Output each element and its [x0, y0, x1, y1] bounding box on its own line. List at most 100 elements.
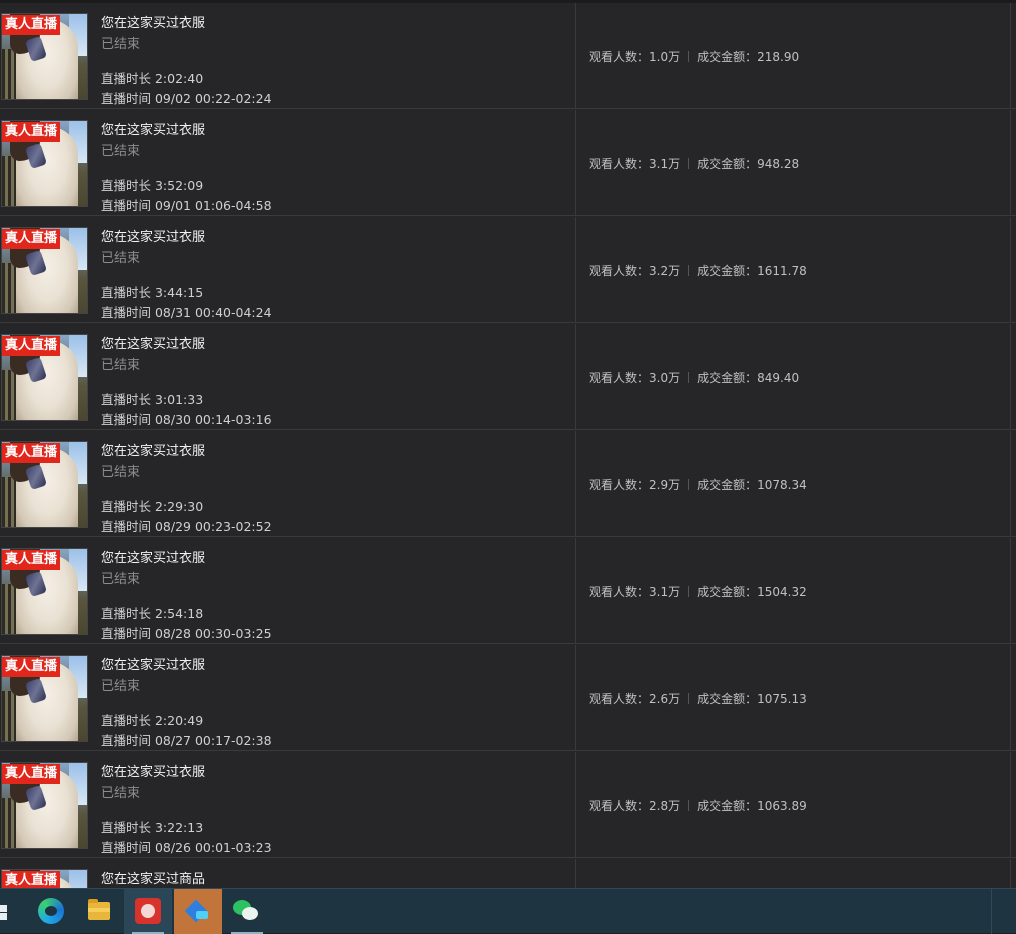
live-session-row[interactable]: 真人直播 您在这家买过衣服 已结束 直播时长 2:54:18 直播时间 08/2… — [0, 538, 1016, 644]
live-type-badge: 真人直播 — [2, 15, 61, 35]
amount-value: 1611.78 — [757, 264, 807, 278]
session-info: 真人直播 您在这家买过衣服 已结束 直播时长 3:22:13 直播时间 08/2… — [0, 752, 576, 858]
session-stats: 观看人数：2.9万 成交金额：1078.34 — [589, 476, 807, 493]
amount-label: 成交金额： — [697, 371, 758, 385]
amount-label: 成交金额： — [697, 264, 758, 278]
session-stats: 观看人数：3.1万 成交金额：1504.32 — [589, 583, 807, 600]
live-session-row[interactable]: 真人直播 您在这家买过衣服 已结束 直播时长 3:01:33 直播时间 08/3… — [0, 324, 1016, 430]
session-info: 真人直播 您在这家买过衣服 已结束 直播时长 2:02:40 直播时间 09/0… — [0, 3, 576, 109]
viewers-value: 3.0万 — [649, 371, 681, 385]
session-info: 真人直播 您在这家买过衣服 已结束 直播时长 2:29:30 直播时间 08/2… — [0, 431, 576, 537]
session-stats: 观看人数：3.0万 成交金额：849.40 — [589, 369, 799, 386]
session-status: 已结束 — [101, 679, 141, 694]
session-title[interactable]: 您在这家买过衣服 — [101, 547, 205, 566]
session-status: 已结束 — [101, 358, 141, 373]
stats-divider — [688, 265, 690, 276]
live-session-row[interactable]: 真人直播 您在这家买过衣服 已结束 直播时长 2:20:49 直播时间 08/2… — [0, 645, 1016, 751]
file-explorer-icon — [88, 899, 110, 920]
session-title[interactable]: 您在这家买过衣服 — [101, 440, 205, 459]
session-title[interactable]: 您在这家买过衣服 — [101, 654, 205, 673]
live-history-list: 真人直播 您在这家买过衣服 已结束 直播时长 2:02:40 直播时间 09/0… — [0, 0, 1016, 888]
live-session-row[interactable]: 真人直播 您在这家买过衣服 已结束 直播时长 3:52:09 直播时间 09/0… — [0, 110, 1016, 216]
amount-value: 218.90 — [757, 50, 800, 64]
row-edge — [1010, 324, 1016, 430]
taskbar-edge[interactable] — [26, 889, 74, 934]
session-status: 已结束 — [101, 572, 141, 587]
session-title[interactable]: 您在这家买过衣服 — [101, 226, 205, 245]
viewers-value: 2.6万 — [649, 692, 681, 706]
session-time: 直播时间 09/01 01:06-04:58 — [101, 198, 272, 213]
viewers-label: 观看人数： — [589, 692, 650, 706]
session-title[interactable]: 您在这家买过商品 — [101, 868, 205, 887]
amount-label: 成交金额： — [697, 50, 758, 64]
row-edge — [1010, 752, 1016, 858]
session-info: 真人直播 您在这家买过衣服 已结束 直播时长 2:54:18 直播时间 08/2… — [0, 538, 576, 644]
session-info: 真人直播 您在这家买过衣服 已结束 直播时长 2:20:49 直播时间 08/2… — [0, 645, 576, 751]
stats-divider — [688, 693, 690, 704]
viewers-label: 观看人数： — [589, 157, 650, 171]
amount-label: 成交金额： — [697, 692, 758, 706]
session-stats: 观看人数：2.8万 成交金额：1063.89 — [589, 797, 807, 814]
live-type-badge: 真人直播 — [2, 764, 61, 784]
session-time: 直播时间 08/29 00:23-02:52 — [101, 519, 272, 534]
live-type-badge: 真人直播 — [2, 657, 61, 677]
live-session-row[interactable]: 真人直播 您在这家买过衣服 已结束 直播时长 2:29:30 直播时间 08/2… — [0, 431, 1016, 537]
taskbar-file-explorer[interactable] — [75, 889, 123, 934]
session-stats: 观看人数：2.6万 成交金额：1075.13 — [589, 690, 807, 707]
viewers-value: 3.2万 — [649, 264, 681, 278]
session-duration: 直播时长 3:22:13 — [101, 820, 204, 835]
row-edge — [1010, 431, 1016, 537]
session-title[interactable]: 您在这家买过衣服 — [101, 333, 205, 352]
amount-value: 1063.89 — [757, 799, 807, 813]
row-edge — [1010, 3, 1016, 109]
viewers-value: 2.8万 — [649, 799, 681, 813]
row-edge — [1010, 217, 1016, 323]
session-duration: 直播时长 2:29:30 — [101, 499, 204, 514]
live-type-badge: 真人直播 — [2, 336, 61, 356]
show-desktop-button[interactable] — [991, 889, 1016, 934]
edge-browser-icon — [38, 898, 64, 924]
amount-label: 成交金额： — [697, 799, 758, 813]
session-time: 直播时间 08/27 00:17-02:38 — [101, 733, 272, 748]
stats-divider — [688, 479, 690, 490]
taskbar-red-app[interactable] — [124, 889, 172, 934]
amount-value: 1075.13 — [757, 692, 807, 706]
viewers-value: 3.1万 — [649, 585, 681, 599]
live-session-row[interactable]: 真人直播 您在这家买过衣服 已结束 直播时长 2:02:40 直播时间 09/0… — [0, 3, 1016, 109]
red-app-icon — [135, 898, 161, 924]
session-status: 已结束 — [101, 144, 141, 159]
session-title[interactable]: 您在这家买过衣服 — [101, 119, 205, 138]
session-status: 已结束 — [101, 251, 141, 266]
session-status: 已结束 — [101, 37, 141, 52]
session-info: 真人直播 您在这家买过商品 — [0, 859, 576, 888]
session-title[interactable]: 您在这家买过衣服 — [101, 12, 205, 31]
session-info: 真人直播 您在这家买过衣服 已结束 直播时长 3:52:09 直播时间 09/0… — [0, 110, 576, 216]
taskbar — [0, 888, 1016, 934]
live-type-badge: 真人直播 — [2, 443, 61, 463]
amount-value: 1078.34 — [757, 478, 807, 492]
amount-label: 成交金额： — [697, 585, 758, 599]
live-session-row[interactable]: 真人直播 您在这家买过衣服 已结束 直播时长 3:22:13 直播时间 08/2… — [0, 752, 1016, 858]
live-type-badge: 真人直播 — [2, 871, 61, 888]
session-info: 真人直播 您在这家买过衣服 已结束 直播时长 3:01:33 直播时间 08/3… — [0, 324, 576, 430]
live-session-row[interactable]: 真人直播 您在这家买过商品 — [0, 859, 1016, 888]
session-time: 直播时间 08/31 00:40-04:24 — [101, 305, 272, 320]
live-type-badge: 真人直播 — [2, 229, 61, 249]
session-duration: 直播时长 2:02:40 — [101, 71, 204, 86]
session-duration: 直播时长 2:54:18 — [101, 606, 204, 621]
session-duration: 直播时长 2:20:49 — [101, 713, 204, 728]
stats-divider — [688, 372, 690, 383]
session-status: 已结束 — [101, 786, 141, 801]
session-stats: 观看人数：3.1万 成交金额：948.28 — [589, 155, 799, 172]
session-title[interactable]: 您在这家买过衣服 — [101, 761, 205, 780]
viewers-label: 观看人数： — [589, 371, 650, 385]
blue-app-icon — [186, 899, 210, 923]
viewers-label: 观看人数： — [589, 50, 650, 64]
taskbar-wechat[interactable] — [223, 889, 271, 934]
stats-divider — [688, 158, 690, 169]
live-type-badge: 真人直播 — [2, 550, 61, 570]
amount-value: 1504.32 — [757, 585, 807, 599]
taskbar-blue-app[interactable] — [174, 889, 222, 934]
session-time: 直播时间 08/26 00:01-03:23 — [101, 840, 272, 855]
live-session-row[interactable]: 真人直播 您在这家买过衣服 已结束 直播时长 3:44:15 直播时间 08/3… — [0, 217, 1016, 323]
